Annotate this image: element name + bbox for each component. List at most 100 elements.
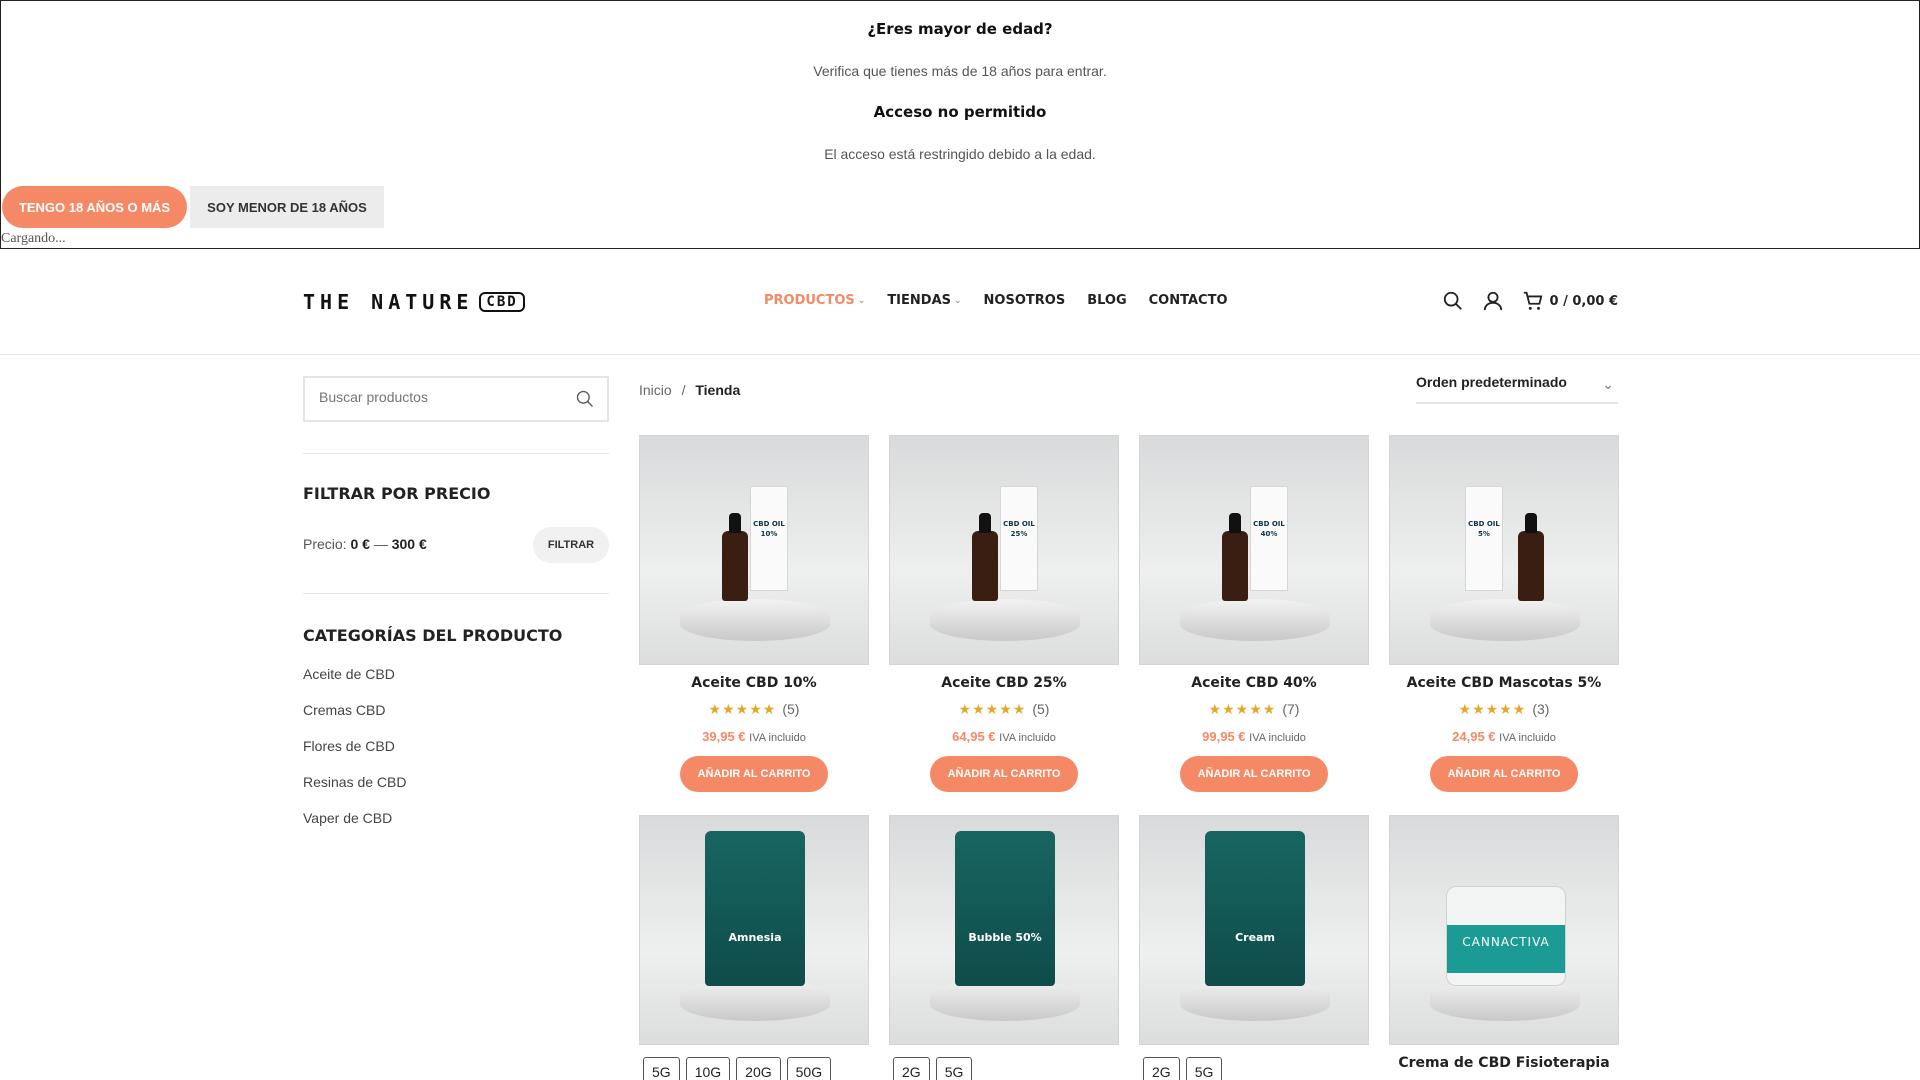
chevron-down-icon: ⌄: [1602, 376, 1614, 392]
add-to-cart-button[interactable]: AÑADIR AL CARRITO: [1430, 756, 1578, 792]
product-rating: ★★★★★ (5): [889, 701, 1119, 721]
chevron-down-icon: ⌄: [954, 295, 962, 306]
size-option[interactable]: 50G: [786, 1057, 832, 1080]
size-option[interactable]: 5G: [935, 1057, 973, 1080]
age-gate-text: Verifica que tienes más de 18 años para …: [813, 63, 1107, 79]
header-actions: 0 / 0,00 €: [1442, 290, 1619, 312]
size-option[interactable]: 2G: [1143, 1057, 1180, 1080]
product-image[interactable]: CBD OIL 10%: [639, 435, 869, 665]
nav-item-tiendas[interactable]: TIENDAS ⌄: [887, 293, 961, 308]
stars: ★★★★★: [958, 702, 1027, 718]
price-amount: 24,95 €: [1452, 729, 1496, 744]
nav-item-productos[interactable]: PRODUCTOS ⌄: [764, 293, 865, 308]
price-amount: 64,95 €: [952, 729, 996, 744]
divider: [303, 593, 609, 594]
breadcrumb-separator: /: [681, 382, 686, 398]
product-card: CANNACTIVA Crema de CBD Fisioterapia: [1389, 815, 1619, 1075]
category-link[interactable]: Resinas de CBD: [303, 774, 407, 810]
add-to-cart-button[interactable]: AÑADIR AL CARRITO: [930, 756, 1078, 792]
review-count: (3): [1532, 701, 1550, 717]
size-option[interactable]: 10G: [685, 1057, 731, 1080]
pedestal-shape: [680, 599, 830, 641]
category-link[interactable]: Cremas CBD: [303, 702, 407, 738]
bottle-shape: [972, 513, 998, 601]
cart-summary: 0 / 0,00 €: [1549, 293, 1619, 309]
product-card: CBD OIL 40% Aceite CBD 40% ★★★★★ (7) 99,9…: [1139, 435, 1369, 792]
product-image[interactable]: CBD OIL 5%: [1389, 435, 1619, 665]
category-list: Aceite de CBD Cremas CBD Flores de CBD R…: [303, 666, 407, 846]
category-link[interactable]: Flores de CBD: [303, 738, 407, 774]
product-image[interactable]: Cream: [1139, 815, 1369, 1045]
price-max: 300 €: [391, 536, 427, 552]
breadcrumb-home[interactable]: Inicio: [639, 382, 672, 398]
size-option[interactable]: 20G: [736, 1057, 781, 1080]
product-card: CBD OIL 5% Aceite CBD Mascotas 5% ★★★★★ (…: [1389, 435, 1619, 792]
age-verification-panel: ¿Eres mayor de edad? Verifica que tienes…: [0, 0, 1920, 249]
product-image[interactable]: CANNACTIVA: [1389, 815, 1619, 1045]
nav-item-blog[interactable]: BLOG: [1087, 293, 1126, 308]
product-card: Bubble 50% 2G 5G: [889, 815, 1119, 1080]
sort-select[interactable]: Orden predeterminado ⌄: [1416, 374, 1618, 404]
site-logo[interactable]: THE NATURE CBD: [303, 290, 525, 314]
category-link[interactable]: Vaper de CBD: [303, 810, 407, 846]
stars: ★★★★★: [1458, 702, 1527, 718]
search-icon[interactable]: [575, 389, 595, 409]
nav-item-contacto[interactable]: CONTACTO: [1149, 293, 1228, 308]
review-count: (5): [1032, 701, 1050, 717]
chevron-down-icon: ⌄: [857, 295, 866, 306]
product-label: Cream: [1235, 931, 1275, 944]
price-filter-title: FILTRAR POR PRECIO: [303, 484, 491, 503]
product-title[interactable]: Aceite CBD 40%: [1139, 675, 1369, 695]
filter-button[interactable]: FILTRAR: [533, 527, 609, 563]
categories-title: CATEGORÍAS DEL PRODUCTO: [303, 626, 563, 645]
product-title[interactable]: Aceite CBD 10%: [639, 675, 869, 695]
loading-text: Cargando...: [1, 231, 66, 246]
price-amount: 39,95 €: [702, 729, 746, 744]
search-input[interactable]: [319, 389, 559, 405]
product-card: Cream 2G 5G: [1139, 815, 1369, 1080]
product-price: 64,95 € IVA incluido: [889, 729, 1119, 744]
breadcrumb-current: Tienda: [695, 382, 741, 398]
age-gate-title: ¿Eres mayor de edad?: [867, 20, 1053, 38]
price-separator: —: [373, 536, 388, 552]
product-label: CBD OIL 25%: [1003, 520, 1035, 538]
review-count: (7): [1282, 701, 1300, 717]
price-min: 0 €: [350, 536, 370, 552]
product-title[interactable]: Crema de CBD Fisioterapia: [1389, 1055, 1619, 1075]
add-to-cart-button[interactable]: AÑADIR AL CARRITO: [680, 756, 828, 792]
pouch-shape: Bubble 50%: [955, 831, 1055, 986]
product-image[interactable]: Amnesia: [639, 815, 869, 1045]
product-label: CANNACTIVA: [1447, 925, 1565, 973]
category-link[interactable]: Aceite de CBD: [303, 666, 407, 702]
product-image[interactable]: CBD OIL 40%: [1139, 435, 1369, 665]
product-image[interactable]: Bubble 50%: [889, 815, 1119, 1045]
box-shape: CBD OIL 5%: [1465, 486, 1503, 591]
size-option[interactable]: 5G: [1185, 1057, 1223, 1080]
underage-button[interactable]: SOY MENOR DE 18 AÑOS: [190, 186, 384, 228]
review-count: (5): [782, 701, 800, 717]
price-label: Precio:: [303, 536, 347, 552]
search-icon[interactable]: [1442, 290, 1464, 312]
product-title[interactable]: Aceite CBD 25%: [889, 675, 1119, 695]
nav-item-nosotros[interactable]: NOSOTROS: [984, 293, 1066, 308]
tax-note: IVA incluido: [1499, 732, 1556, 744]
age-gate-denied-text: El acceso está restringido debido a la e…: [824, 146, 1096, 162]
user-icon[interactable]: [1482, 290, 1504, 312]
pedestal-shape: [930, 599, 1080, 641]
confirm-adult-button[interactable]: TENGO 18 AÑOS O MÁS: [2, 186, 187, 228]
product-label: CBD OIL 40%: [1253, 520, 1285, 538]
site-header: THE NATURE CBD PRODUCTOS ⌄ TIENDAS ⌄ NOSOT…: [0, 250, 1920, 355]
product-image[interactable]: CBD OIL 25%: [889, 435, 1119, 665]
product-title[interactable]: Aceite CBD Mascotas 5%: [1389, 675, 1619, 695]
size-option[interactable]: 2G: [893, 1057, 930, 1080]
divider: [303, 453, 609, 454]
product-rating: ★★★★★ (7): [1139, 701, 1369, 721]
nav-label: TIENDAS: [887, 293, 951, 308]
size-option[interactable]: 5G: [643, 1057, 680, 1080]
nav-label: NOSOTROS: [983, 293, 1066, 308]
product-card: Amnesia 5G 10G 20G 50G: [639, 815, 869, 1080]
main-nav: PRODUCTOS ⌄ TIENDAS ⌄ NOSOTROS BLOG CONTAC…: [764, 293, 1228, 308]
cart-button[interactable]: 0 / 0,00 €: [1522, 290, 1619, 312]
cart-icon: [1523, 291, 1542, 310]
add-to-cart-button[interactable]: AÑADIR AL CARRITO: [1180, 756, 1328, 792]
